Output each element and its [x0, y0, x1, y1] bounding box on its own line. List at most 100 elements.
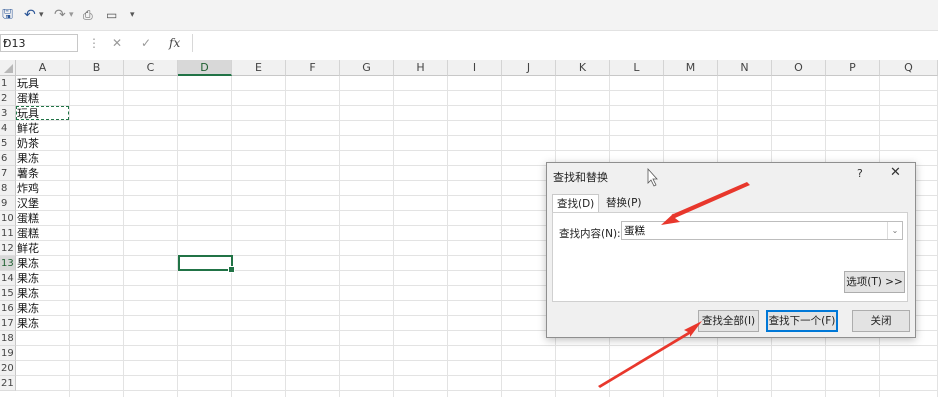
cell-a2[interactable]: 蛋糕	[17, 91, 69, 106]
cell-a12[interactable]: 鲜花	[17, 241, 69, 256]
close-button[interactable]: 关闭	[852, 310, 910, 332]
find-what-label: 查找内容(N):	[559, 228, 621, 240]
cell-a8[interactable]: 炸鸡	[17, 181, 69, 196]
gridline	[16, 90, 938, 91]
column-header-g[interactable]: G	[340, 60, 394, 76]
find-all-button[interactable]: 查找全部(I)	[698, 310, 759, 332]
copy-marquee-a3	[16, 106, 69, 120]
column-header-h[interactable]: H	[394, 60, 448, 76]
touch-mode-icon[interactable]: ▭	[106, 7, 117, 23]
gridline	[501, 76, 502, 397]
row-header-11[interactable]: 11	[0, 226, 16, 241]
undo-icon[interactable]: ↶	[24, 7, 36, 23]
find-what-combobox[interactable]: ⌄	[621, 221, 903, 240]
row-header-21[interactable]: 21	[0, 376, 16, 391]
gridline	[16, 360, 938, 361]
cell-a17[interactable]: 果冻	[17, 316, 69, 331]
chevron-down-icon[interactable]: ⌄	[887, 222, 902, 239]
row-header-12[interactable]: 12	[0, 241, 16, 256]
column-header-c[interactable]: C	[124, 60, 178, 76]
cell-a6[interactable]: 果冻	[17, 151, 69, 166]
column-header-k[interactable]: K	[556, 60, 610, 76]
cell-a5[interactable]: 奶茶	[17, 136, 69, 151]
row-header-1[interactable]: 1	[0, 76, 16, 91]
formula-bar-grip-icon[interactable]: ⋮	[88, 36, 100, 50]
column-header-n[interactable]: N	[718, 60, 772, 76]
row-header-16[interactable]: 16	[0, 301, 16, 316]
find-next-button[interactable]: 查找下一个(F)	[766, 310, 838, 332]
column-header-q[interactable]: Q	[880, 60, 938, 76]
cell-a15[interactable]: 果冻	[17, 286, 69, 301]
find-what-input[interactable]	[624, 223, 874, 238]
column-header-a[interactable]: A	[16, 60, 70, 76]
gridline	[16, 390, 938, 391]
column-header-l[interactable]: L	[610, 60, 664, 76]
cell-a13[interactable]: 果冻	[17, 256, 69, 271]
customize-toolbar-icon[interactable]: ▾	[130, 7, 135, 23]
formula-input[interactable]	[192, 34, 938, 52]
row-header-20[interactable]: 20	[0, 361, 16, 376]
find-replace-dialog: 查找和替换 ? ✕ 查找(D) 替换(P) 查找内容(N): ⌄ 选项(T) >…	[546, 162, 916, 338]
cell-a14[interactable]: 果冻	[17, 271, 69, 286]
column-header-e[interactable]: E	[232, 60, 286, 76]
cell-a7[interactable]: 薯条	[17, 166, 69, 181]
row-header-10[interactable]: 10	[0, 211, 16, 226]
name-box[interactable]: D13 ▾	[0, 34, 78, 52]
row-header-8[interactable]: 8	[0, 181, 16, 196]
save-icon[interactable]: 🖫	[2, 7, 13, 23]
undo-dropdown-icon[interactable]: ▾	[39, 7, 44, 23]
row-header-17[interactable]: 17	[0, 316, 16, 331]
active-cell-d13[interactable]	[178, 255, 235, 273]
column-header-i[interactable]: I	[448, 60, 502, 76]
help-icon[interactable]: ?	[857, 167, 863, 180]
redo-dropdown-icon[interactable]: ▾	[69, 7, 74, 23]
column-header-m[interactable]: M	[664, 60, 718, 76]
row-header-19[interactable]: 19	[0, 346, 16, 361]
formula-bar: D13 ▾ ⋮ ✕ ✓ fx	[0, 32, 938, 56]
gridline	[231, 76, 232, 397]
row-header-9[interactable]: 9	[0, 196, 16, 211]
column-header-p[interactable]: P	[826, 60, 880, 76]
row-header-2[interactable]: 2	[0, 91, 16, 106]
cell-a9[interactable]: 汉堡	[17, 196, 69, 211]
row-header-6[interactable]: 6	[0, 151, 16, 166]
row-header-14[interactable]: 14	[0, 271, 16, 286]
column-header-d[interactable]: D	[178, 60, 232, 76]
row-header-18[interactable]: 18	[0, 331, 16, 346]
insert-function-icon[interactable]: fx	[169, 36, 180, 50]
cell-a16[interactable]: 果冻	[17, 301, 69, 316]
gridline	[123, 76, 124, 397]
gridline	[16, 105, 938, 106]
options-button[interactable]: 选项(T) >>	[844, 271, 905, 293]
cell-a10[interactable]: 蛋糕	[17, 211, 69, 226]
gridline	[16, 345, 938, 346]
gridline	[69, 76, 70, 397]
chevron-down-icon[interactable]: ▾	[3, 38, 74, 47]
close-icon[interactable]: ✕	[890, 165, 901, 180]
row-header-4[interactable]: 4	[0, 121, 16, 136]
column-header-b[interactable]: B	[70, 60, 124, 76]
row-header-15[interactable]: 15	[0, 286, 16, 301]
row-header-3[interactable]: 3	[0, 106, 16, 121]
row-header-5[interactable]: 5	[0, 136, 16, 151]
cell-a4[interactable]: 鲜花	[17, 121, 69, 136]
gridline	[177, 76, 178, 397]
gridline	[16, 120, 938, 121]
cell-a11[interactable]: 蛋糕	[17, 226, 69, 241]
find-panel: 查找内容(N): ⌄ 选项(T) >>	[552, 212, 908, 302]
cell-a1[interactable]: 玩具	[17, 76, 69, 91]
column-header-f[interactable]: F	[286, 60, 340, 76]
select-all-corner[interactable]	[0, 60, 16, 76]
tab-replace[interactable]: 替换(P)	[602, 194, 646, 212]
column-header-j[interactable]: J	[502, 60, 556, 76]
quick-access-toolbar: 🖫 ↶ ▾ ↷ ▾ ⎙ ▭ ▾	[0, 0, 938, 31]
print-preview-icon[interactable]: ⎙	[83, 7, 93, 23]
row-header-7[interactable]: 7	[0, 166, 16, 181]
dialog-title: 查找和替换	[553, 171, 608, 184]
tab-find[interactable]: 查找(D)	[552, 194, 600, 214]
redo-icon[interactable]: ↷	[54, 7, 66, 23]
cancel-icon[interactable]: ✕	[112, 36, 122, 50]
enter-icon[interactable]: ✓	[141, 36, 151, 50]
column-header-o[interactable]: O	[772, 60, 826, 76]
row-header-13[interactable]: 13	[0, 256, 16, 271]
